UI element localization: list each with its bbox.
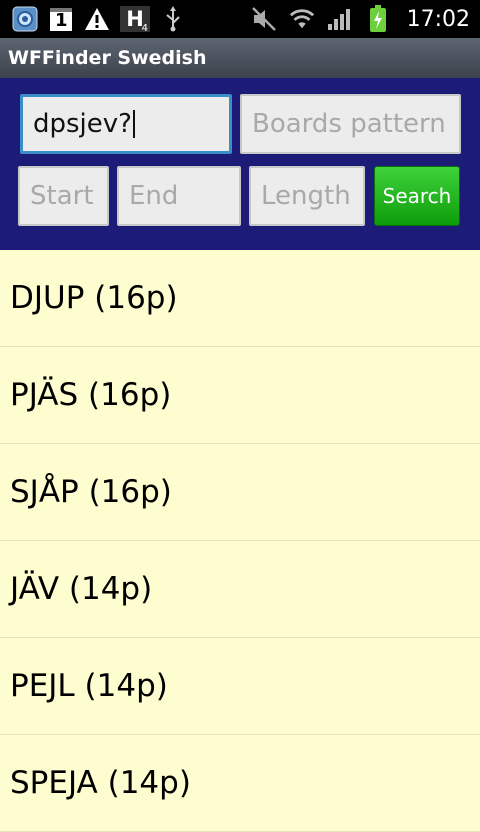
list-item[interactable]: PJÄS (16p)	[0, 347, 480, 444]
list-item[interactable]: SJÅP (16p)	[0, 444, 480, 541]
result-word: DJUP (16p)	[10, 280, 178, 316]
app-icon	[12, 6, 38, 32]
status-bar: 1 H 4 17:02	[0, 0, 480, 38]
list-item[interactable]: JÄV (14p)	[0, 541, 480, 638]
start-placeholder: Start	[30, 181, 94, 211]
results-list: DJUP (16p) PJÄS (16p) SJÅP (16p) JÄV (14…	[0, 250, 480, 832]
length-placeholder: Length	[261, 181, 351, 211]
app-title: WFFinder Swedish	[8, 47, 207, 69]
signal-icon	[327, 6, 353, 32]
list-item[interactable]: DJUP (16p)	[0, 250, 480, 347]
mute-icon	[251, 6, 277, 32]
length-input[interactable]: Length	[249, 166, 365, 226]
hspa-sub: 4	[141, 23, 148, 34]
letters-input[interactable]: dpsjev?	[20, 94, 232, 154]
text-cursor	[132, 110, 135, 138]
result-word: SPEJA (14p)	[10, 765, 191, 801]
search-panel: dpsjev? Boards pattern Start End Length …	[0, 78, 480, 250]
wifi-icon	[289, 6, 315, 32]
result-word: JÄV (14p)	[10, 571, 153, 607]
battery-charging-icon	[365, 5, 391, 32]
search-button[interactable]: Search	[374, 166, 460, 226]
boards-pattern-placeholder: Boards pattern	[252, 109, 446, 139]
end-input[interactable]: End	[117, 166, 241, 226]
usb-icon	[160, 6, 186, 32]
search-button-label: Search	[382, 184, 452, 208]
end-placeholder: End	[129, 181, 179, 211]
boards-pattern-input[interactable]: Boards pattern	[240, 94, 461, 154]
list-item[interactable]: SPEJA (14p)	[0, 735, 480, 832]
clock: 17:02	[406, 6, 470, 32]
result-word: PEJL (14p)	[10, 668, 168, 704]
warning-icon	[84, 6, 110, 32]
notification-count: 1	[55, 10, 68, 31]
start-input[interactable]: Start	[18, 166, 109, 226]
letters-input-value: dpsjev?	[33, 109, 132, 139]
result-word: PJÄS (16p)	[10, 377, 172, 413]
calendar-icon: 1	[48, 6, 74, 32]
app-title-bar: WFFinder Swedish	[0, 38, 480, 78]
hspa-icon: H 4	[120, 6, 150, 34]
result-word: SJÅP (16p)	[10, 474, 172, 510]
list-item[interactable]: PEJL (14p)	[0, 638, 480, 735]
